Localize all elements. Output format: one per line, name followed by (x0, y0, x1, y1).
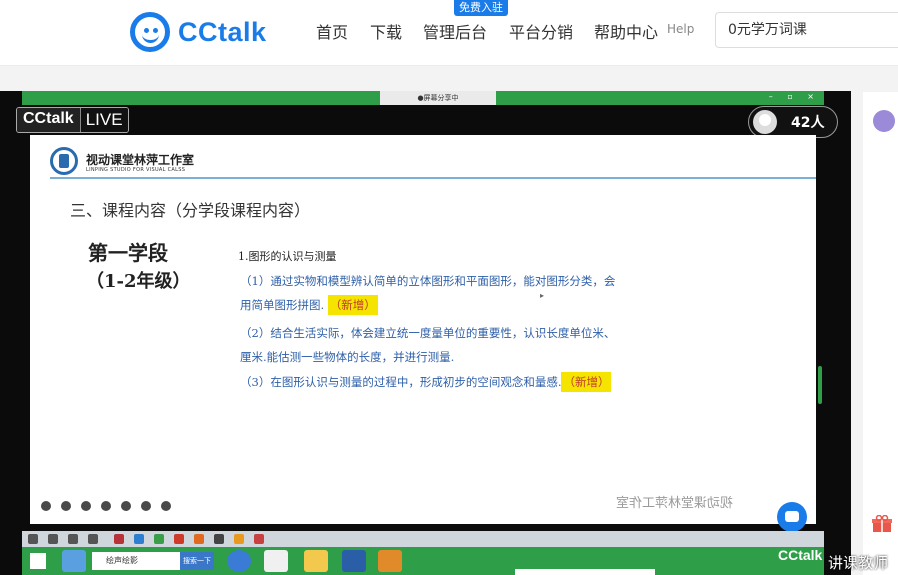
next-icon[interactable] (61, 501, 71, 511)
camera-icon[interactable] (121, 501, 131, 511)
new-tag: （新增） (327, 295, 378, 315)
slide-toolbar (41, 501, 171, 511)
right-side-panel (863, 92, 898, 575)
window-controls: – ▫ × (768, 92, 820, 101)
gift-icon[interactable] (872, 515, 892, 533)
user-avatar[interactable] (873, 110, 895, 132)
inner-taskbar: 绘声绘影 搜索一下 (22, 547, 824, 575)
media-icon (378, 550, 402, 572)
inner-toolbar (22, 531, 824, 547)
studio-name-en: LINPING STUDIO FOR VISUAL CALSS (86, 167, 186, 173)
app-icon (234, 534, 244, 544)
content-line-3: （2）结合生活实际，体会建立统一度量单位的重要性，认识长度单位米、 (240, 326, 616, 340)
taskbar-search-button: 搜索一下 (180, 552, 214, 570)
app-icon (174, 534, 184, 544)
free-join-badge[interactable]: 免费入驻 (454, 0, 508, 16)
select-icon[interactable] (101, 501, 111, 511)
app-icon (254, 534, 264, 544)
content-line-2: 用简单图形拼图. （新增） (240, 295, 378, 315)
live-badge: CCtalk LIVE (16, 107, 129, 133)
grid-icon[interactable] (141, 501, 151, 511)
topic-title: 1.图形的认识与测量 (238, 250, 337, 263)
app-icon (264, 550, 288, 572)
mirrored-watermark: 视动课堂林萍工作室 (616, 496, 734, 511)
live-badge-cctalk: CCtalk (17, 108, 80, 132)
nav-help-center[interactable]: 帮助中心 (594, 19, 658, 43)
search-input[interactable]: 0元学万词课 (715, 12, 898, 48)
prev-icon[interactable] (41, 501, 51, 511)
viewer-count[interactable]: 42人 (748, 106, 838, 138)
nav-admin[interactable]: 管理后台 (423, 19, 487, 43)
view-icon (68, 534, 78, 544)
bottom-bar (515, 569, 655, 575)
app-icon (88, 534, 98, 544)
app-icon (62, 550, 86, 572)
content-line-1: （1）通过实物和模型辨认简单的立体图形和平面图形，能对图形分类，会 (240, 274, 616, 288)
stage-title: 第一学段 (88, 241, 168, 265)
live-video-player[interactable]: ●屏幕分享中 – ▫ × CCtalk LIVE 42人 视动课堂林萍工作室 L… (0, 91, 851, 575)
nav-download[interactable]: 下载 (370, 19, 402, 43)
live-badge-live: LIVE (79, 108, 128, 132)
cctalk-logo[interactable]: CCtalk (130, 12, 267, 52)
chat-button[interactable] (777, 502, 807, 532)
nav-distribution[interactable]: 平台分销 (509, 19, 573, 43)
app-icon (114, 534, 124, 544)
app-icon (194, 534, 204, 544)
teacher-label: 讲课教师 (828, 554, 889, 572)
viewer-count-text: 42人 (791, 115, 825, 131)
content-line-5: （3）在图形认识与测量的过程中，形成初步的空间观念和量感. （新增） (240, 372, 612, 392)
windows-icon (28, 534, 38, 544)
app-icon (134, 534, 144, 544)
nav-home[interactable]: 首页 (316, 19, 348, 43)
slide-divider (50, 177, 816, 179)
logo-text: CCtalk (178, 16, 267, 47)
screen-share-indicator: ●屏幕分享中 (380, 91, 496, 105)
viewer-avatar-icon (753, 110, 777, 134)
mouse-cursor-icon: ▸ (540, 291, 545, 300)
smile-logo-icon (130, 12, 170, 52)
stage-grade: （1-2年级） (86, 271, 191, 292)
cctalk-watermark: CCtalk (778, 547, 823, 563)
word-icon (342, 550, 366, 572)
studio-name-cn: 视动课堂林萍工作室 (86, 153, 195, 167)
start-icon (30, 553, 46, 569)
scrollbar[interactable] (818, 366, 822, 404)
app-icon (154, 534, 164, 544)
app-icon (227, 550, 251, 572)
content-line-4: 厘米.能估测一些物体的长度，并进行测量. (240, 350, 455, 364)
presentation-slide: 视动课堂林萍工作室 LINPING STUDIO FOR VISUAL CALS… (30, 135, 816, 532)
site-header: CCtalk 免费入驻 首页 下载 管理后台 平台分销 帮助中心 Help 0元… (0, 0, 898, 66)
search-icon (48, 534, 58, 544)
folder-icon (304, 550, 328, 572)
section-title: 三、课程内容（分学段课程内容） (70, 201, 311, 220)
more-icon[interactable] (161, 501, 171, 511)
pen-icon[interactable] (81, 501, 91, 511)
shared-window-titlebar: ●屏幕分享中 – ▫ × (22, 91, 824, 105)
taskbar-search: 绘声绘影 (92, 552, 180, 570)
studio-logo-icon (50, 147, 78, 175)
nav-help[interactable]: Help (667, 22, 694, 36)
app-icon (214, 534, 224, 544)
new-tag: （新增） (561, 372, 612, 392)
